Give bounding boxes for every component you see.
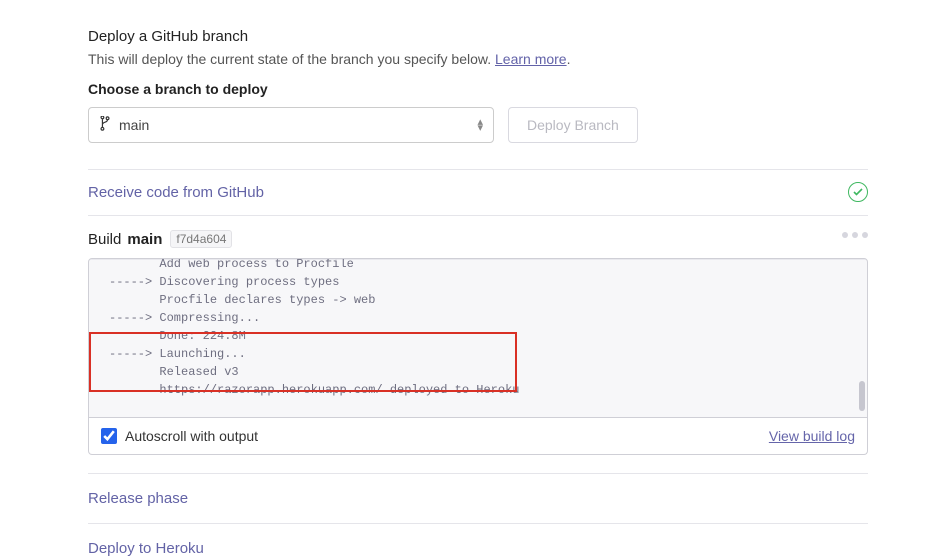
learn-more-link[interactable]: Learn more xyxy=(495,51,567,67)
step-release-phase: Release phase xyxy=(88,473,868,523)
step-title: Release phase xyxy=(88,490,188,507)
branch-select[interactable]: main ▴▾ xyxy=(88,107,494,143)
section-heading: Deploy a GitHub branch xyxy=(88,28,868,45)
build-branch: main xyxy=(127,231,162,248)
branch-select-value: main xyxy=(119,117,149,133)
highlight-box xyxy=(89,332,517,392)
deploy-branch-button[interactable]: Deploy Branch xyxy=(508,107,638,143)
step-title: Receive code from GitHub xyxy=(88,184,264,201)
scrollbar-thumb[interactable] xyxy=(859,381,865,411)
build-prefix: Build xyxy=(88,231,121,248)
view-build-log-link[interactable]: View build log xyxy=(769,428,855,444)
step-title: Deploy to Heroku xyxy=(88,540,204,557)
step-deploy-heroku: Deploy to Heroku xyxy=(88,523,868,557)
branch-label: Choose a branch to deploy xyxy=(88,81,868,97)
loading-dots-icon xyxy=(842,232,868,238)
commit-sha[interactable]: f7d4a604 xyxy=(170,230,232,248)
autoscroll-label: Autoscroll with output xyxy=(125,428,258,444)
branch-icon xyxy=(99,116,111,134)
step-receive-code: Receive code from GitHub xyxy=(88,169,868,215)
autoscroll-checkbox[interactable] xyxy=(101,428,117,444)
step-build: Build main f7d4a604 xyxy=(88,215,868,258)
section-subtitle: This will deploy the current state of th… xyxy=(88,51,868,67)
chevron-updown-icon: ▴▾ xyxy=(477,119,483,131)
check-icon xyxy=(848,182,868,202)
subtitle-text: This will deploy the current state of th… xyxy=(88,51,495,67)
